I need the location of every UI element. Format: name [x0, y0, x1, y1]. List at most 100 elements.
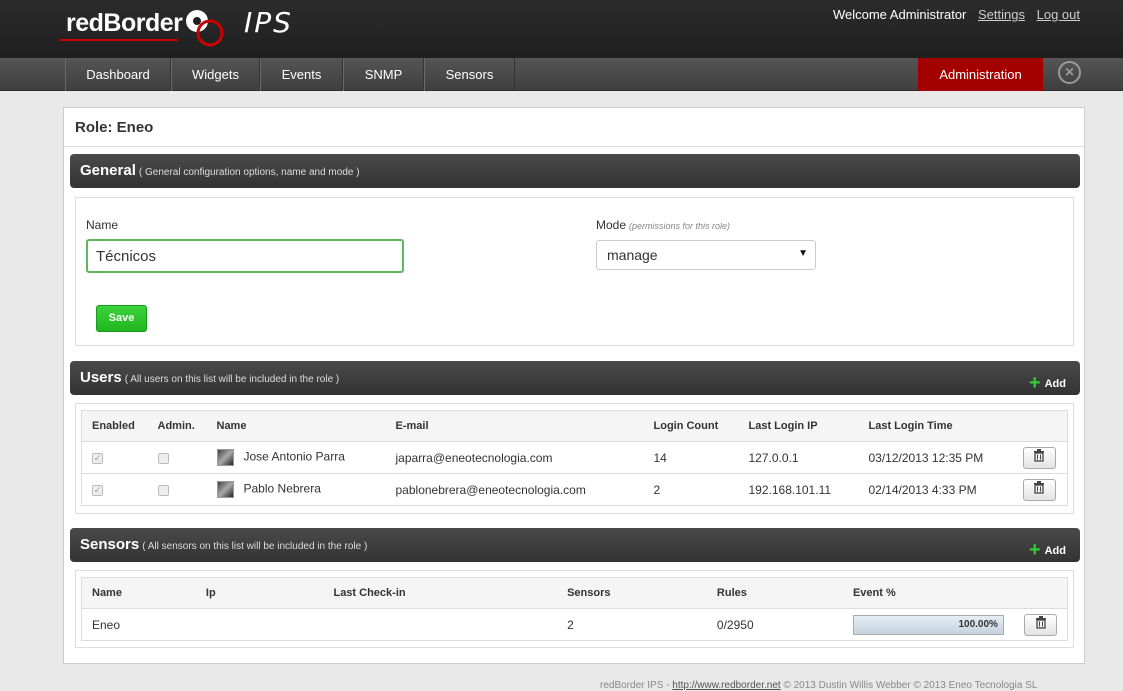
col-enabled: Enabled: [81, 410, 148, 442]
mode-selected-value: manage: [607, 247, 658, 263]
last-login-time: 02/14/2013 4:33 PM: [858, 473, 1013, 506]
nav-sensors[interactable]: Sensors: [424, 58, 515, 91]
nav-administration[interactable]: Administration: [918, 58, 1043, 91]
general-title: General: [80, 162, 136, 179]
mode-hint: (permissions for this role): [629, 221, 731, 231]
user-area: Welcome Administrator Settings Log out: [833, 7, 1080, 22]
delete-sensor-button[interactable]: [1024, 613, 1057, 636]
logo-mark-icon: [186, 10, 224, 47]
sensors-subtitle: ( All sensors on this list will be inclu…: [142, 541, 368, 552]
product-name: IPS: [244, 6, 293, 39]
add-user-button[interactable]: + Add: [1028, 370, 1066, 394]
nav-events[interactable]: Events: [260, 58, 343, 91]
add-user-label: Add: [1044, 378, 1066, 390]
login-count: 14: [643, 441, 739, 474]
dropdown-arrow-icon: ▼: [798, 248, 808, 259]
mode-label-wrap: Mode (permissions for this role): [596, 218, 730, 232]
users-table: Enabled Admin. Name E-mail Login Count L…: [81, 410, 1068, 506]
nav-dashboard[interactable]: Dashboard: [65, 58, 171, 91]
welcome-text: Welcome Administrator: [832, 7, 967, 22]
footer-product: redBorder IPS: [600, 680, 664, 691]
trash-icon: [1035, 615, 1046, 629]
plus-icon: +: [1028, 539, 1041, 561]
col-admin: Admin.: [147, 410, 207, 442]
col-sensor-name: Name: [81, 577, 196, 609]
top-header: redBorder IPS Welcome Administrator Sett…: [0, 0, 1123, 58]
logo-text[interactable]: redBorder: [66, 9, 183, 38]
table-row: Eneo 2 0/2950 100.00%: [81, 608, 1068, 641]
last-login-ip: 127.0.0.1: [738, 441, 859, 474]
sensor-count: 2: [557, 608, 707, 641]
add-sensor-button[interactable]: + Add: [1028, 537, 1066, 561]
col-sensors: Sensors: [557, 577, 707, 609]
user-email: japarra@eneotecnologia.com: [385, 441, 644, 474]
main-nav: Dashboard Widgets Events SNMP Sensors Ad…: [0, 58, 1123, 91]
mode-select[interactable]: manage ▼: [596, 240, 816, 270]
login-count: 2: [643, 473, 739, 506]
users-panel: Enabled Admin. Name E-mail Login Count L…: [75, 403, 1074, 514]
general-panel: Name Mode(permissions for this role) man…: [75, 197, 1074, 346]
logout-link[interactable]: Log out: [1037, 7, 1080, 22]
mode-label: Mode: [596, 218, 627, 232]
page-title: Role: Eneo: [75, 119, 154, 136]
sensors-section-header: Sensors( All sensors on this list will b…: [70, 528, 1080, 562]
users-header-row: Enabled Admin. Name E-mail Login Count L…: [81, 410, 1068, 442]
col-login-count: Login Count: [643, 410, 739, 442]
users-section-header: Users( All users on this list will be in…: [70, 361, 1080, 395]
add-sensor-label: Add: [1044, 545, 1066, 557]
logo-underline: [60, 39, 178, 41]
table-row: ✓ Jose Antonio Parra japarra@eneotecnolo…: [81, 441, 1068, 474]
user-name: Pablo Nebrera: [243, 481, 321, 496]
last-login-ip: 192.168.101.11: [738, 473, 859, 506]
col-name: Name: [206, 410, 386, 442]
footer-copyright: © 2013 Dustin Willis Webber © 2013 Eneo …: [780, 680, 1038, 691]
name-field[interactable]: [86, 239, 404, 273]
enabled-checkbox[interactable]: ✓: [92, 484, 103, 496]
trash-icon: [1034, 448, 1044, 462]
close-icon[interactable]: ×: [1058, 61, 1081, 84]
col-last-ip: Last Login IP: [738, 410, 859, 442]
save-button[interactable]: Save: [96, 305, 147, 332]
nav-widgets[interactable]: Widgets: [171, 58, 260, 91]
admin-checkbox[interactable]: [157, 452, 169, 464]
sensors-title: Sensors: [80, 536, 140, 553]
sensors-header-row: Name Ip Last Check-in Sensors Rules Even…: [81, 577, 1068, 609]
trash-icon: [1034, 480, 1044, 494]
col-actions: [1012, 410, 1068, 442]
col-last-checkin: Last Check-in: [323, 577, 558, 609]
footer-link[interactable]: http://www.redborder.net: [672, 680, 780, 691]
col-actions: [1014, 577, 1068, 609]
general-subtitle: ( General configuration options, name an…: [138, 167, 360, 178]
footer: redBorder IPS - http://www.redborder.net…: [600, 680, 1037, 691]
col-email: E-mail: [385, 410, 644, 442]
footer-sep: -: [663, 680, 673, 691]
col-event-pct: Event %: [842, 577, 1014, 609]
delete-user-button[interactable]: [1022, 446, 1056, 469]
col-ip: Ip: [195, 577, 324, 609]
delete-user-button[interactable]: [1022, 478, 1056, 501]
enabled-checkbox[interactable]: ✓: [92, 452, 103, 464]
col-last-time: Last Login Time: [858, 410, 1013, 442]
sensors-table: Name Ip Last Check-in Sensors Rules Even…: [81, 577, 1068, 641]
divider: [64, 146, 1084, 147]
general-section-header: General( General configuration options, …: [70, 154, 1080, 188]
sensor-rules: 0/2950: [706, 608, 843, 641]
user-email: pablonebrera@eneotecnologia.com: [385, 473, 644, 506]
event-percent: 100.00%: [958, 618, 998, 630]
sensor-last-checkin: [323, 608, 558, 641]
settings-link[interactable]: Settings: [978, 7, 1025, 22]
avatar: [216, 449, 234, 466]
role-container: Role: Eneo General( General configuratio…: [63, 107, 1085, 664]
avatar: [216, 481, 234, 498]
sensors-panel: Name Ip Last Check-in Sensors Rules Even…: [75, 570, 1074, 648]
nav-snmp[interactable]: SNMP: [343, 58, 424, 91]
event-progress-bar: 100.00%: [852, 614, 1004, 635]
last-login-time: 03/12/2013 12:35 PM: [858, 441, 1013, 474]
plus-icon: +: [1028, 372, 1041, 394]
sensor-name: Eneo: [81, 608, 196, 641]
admin-checkbox[interactable]: [157, 484, 169, 496]
users-subtitle: ( All users on this list will be include…: [124, 374, 340, 385]
users-title: Users: [80, 369, 122, 386]
table-row: ✓ Pablo Nebrera pablonebrera@eneotecnolo…: [81, 473, 1068, 506]
col-rules: Rules: [706, 577, 843, 609]
